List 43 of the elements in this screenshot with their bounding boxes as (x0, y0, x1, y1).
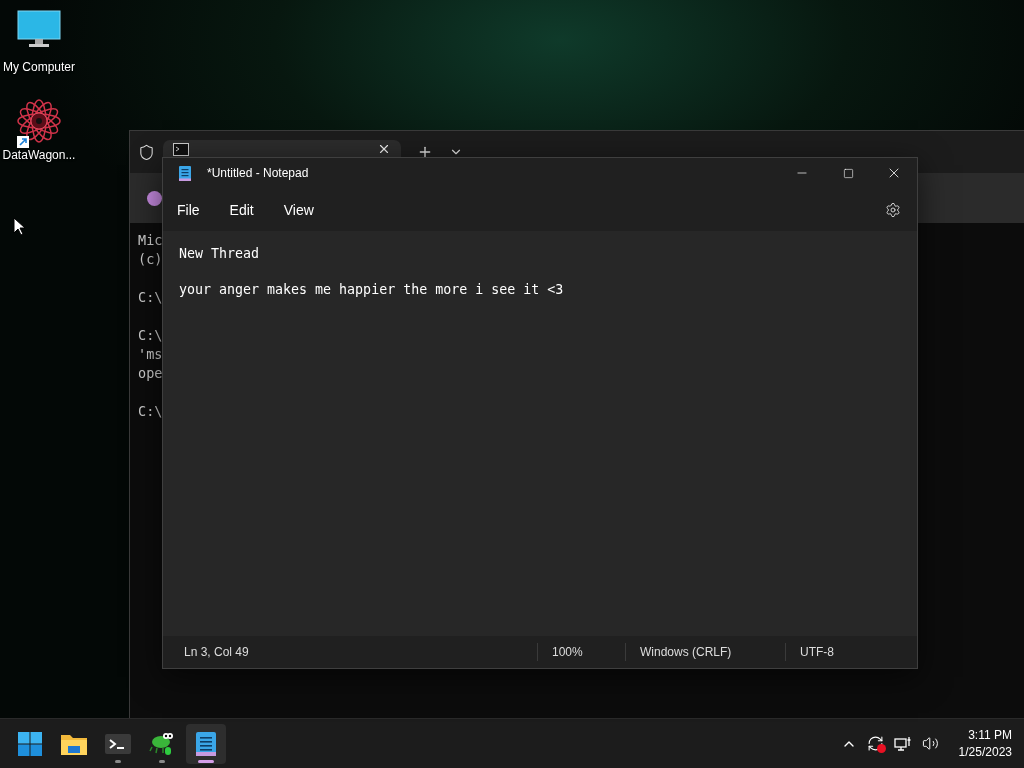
star-logo-icon (16, 98, 62, 144)
close-icon[interactable] (377, 142, 391, 156)
taskbar-app[interactable] (186, 723, 226, 764)
menu-item[interactable]: File (169, 195, 210, 224)
terminal-icon (105, 733, 131, 754)
time: 3:11 PM (968, 728, 1012, 742)
encoding: UTF-8 (785, 643, 917, 661)
date: 1/25/2023 (958, 745, 1012, 759)
desktop-shortcut[interactable]: My Computer (0, 8, 78, 74)
windows-logo-icon (18, 731, 42, 756)
notepad-icon (196, 731, 216, 756)
clock[interactable]: 3:11 PM 1/25/2023 (958, 728, 1012, 759)
info-icon (147, 190, 162, 206)
text-line: New Thread (179, 245, 261, 263)
console-line: C:\ (138, 402, 163, 421)
console-line: (c) (138, 250, 163, 269)
console-line: C:\ (138, 326, 163, 345)
cursor-icon (13, 217, 25, 235)
desktop-icon-label: My Computer (3, 60, 75, 74)
menu-item[interactable]: View (275, 195, 324, 224)
line-ending: Windows (CRLF) (625, 643, 785, 661)
zoom-level: 100% (537, 643, 625, 661)
text-line: your anger makes me happier the more i see it <3 (179, 281, 565, 299)
settings-icon (885, 201, 901, 218)
maximize-icon (842, 167, 854, 179)
bug-icon (149, 730, 175, 757)
monitor-icon (17, 10, 61, 50)
desktop-icon-label: DataWagon... (2, 148, 76, 162)
text-editor[interactable]: New Thread your anger makes me happier the more i see it <3 (163, 231, 917, 636)
folder-icon (61, 732, 87, 755)
console-line: C:\ (138, 288, 163, 307)
window-title: *Untitled - Notepad (207, 166, 310, 180)
console-line: 'ms (138, 345, 163, 364)
cursor-position: Ln 3, Col 49 (183, 644, 250, 661)
notepad-icon (179, 165, 191, 181)
menu-item[interactable]: Edit (221, 195, 264, 224)
terminal-tab[interactable] (163, 140, 401, 158)
new-tab-icon[interactable] (417, 144, 433, 160)
console-line: Mic (138, 231, 163, 250)
console-line: ope (138, 364, 163, 383)
shield-icon (138, 143, 155, 161)
terminal-icon (173, 142, 189, 156)
desktop-shortcut[interactable]: DataWagon... (0, 96, 78, 162)
